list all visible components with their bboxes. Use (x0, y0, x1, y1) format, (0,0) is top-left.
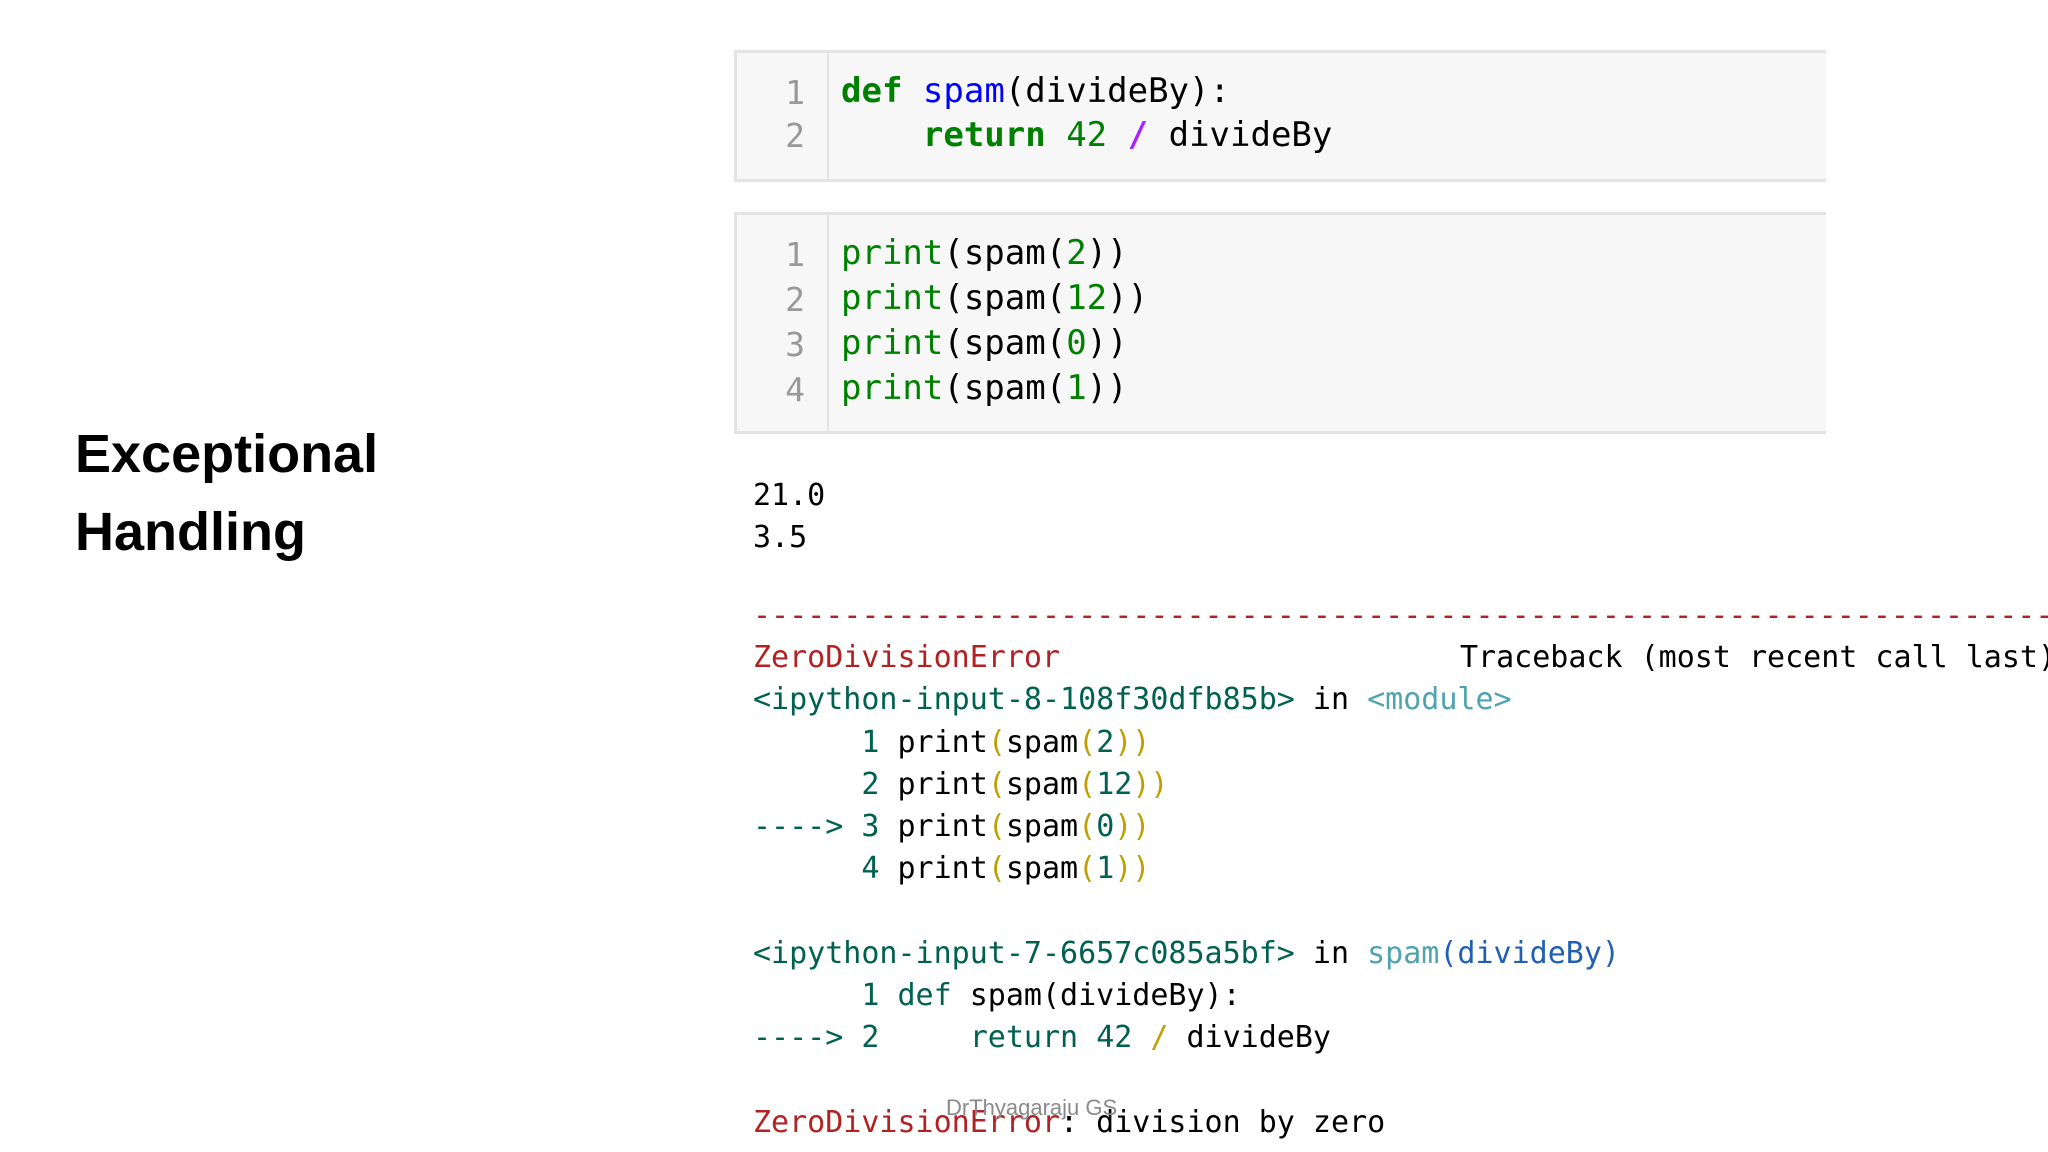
line-number: 4 (785, 370, 805, 409)
code-call: print (897, 809, 988, 844)
code-call: print (897, 851, 988, 886)
traceback-header-right: Traceback (most recent call last) (1460, 640, 2048, 675)
keyword-return: return (922, 115, 1046, 155)
traceback-code-line: 2 print(spam(12)) (861, 767, 1169, 802)
builtin-print: print (841, 278, 944, 318)
code-text: (divideBy): (1004, 71, 1230, 111)
slide-title-line-1: Exceptional (75, 424, 379, 484)
code-text: divideBy (1186, 1020, 1332, 1055)
output-value: 3.5 (753, 520, 808, 555)
traceback-line-number: 2 (861, 1020, 880, 1055)
traceback-frame-header: <ipython-input-7-6657c085a5bf> in spam(d… (753, 936, 1620, 971)
number-literal: 12 (1066, 278, 1108, 318)
line-number-gutter: 1 2 (737, 53, 829, 179)
frame-context-function: spam (1367, 936, 1440, 971)
slide-title: Exceptional Handling (75, 415, 378, 571)
traceback-code-line: 1 def spam(divideBy): (753, 978, 1241, 1013)
code-text: )) (1107, 278, 1149, 318)
code-line: print(spam(0)) (841, 323, 1128, 363)
number-literal: 0 (1066, 323, 1087, 363)
number-literal: 1 (1066, 368, 1087, 408)
number-literal: 1 (1096, 851, 1115, 886)
operator: / (1127, 115, 1149, 155)
number-literal: 42 (1096, 1020, 1133, 1055)
operator: / (1150, 1020, 1169, 1055)
keyword-def: def (897, 978, 952, 1013)
traceback-code-line: 1 print(spam(2)) (861, 725, 1151, 760)
code-text: )) (1086, 323, 1128, 363)
builtin-print: print (841, 368, 944, 408)
code-cell-define-spam[interactable]: 1 2 def spam(divideBy): return 42 / divi… (734, 50, 1826, 182)
frame-source: <ipython-input-7-6657c085a5bf> (753, 936, 1295, 971)
code-text: (spam( (943, 368, 1067, 408)
output-value: 21.0 (753, 478, 826, 513)
builtin-print: print (841, 233, 944, 273)
frame-source: <ipython-input-8-108f30dfb85b> (753, 682, 1295, 717)
line-number-gutter: 1 2 3 4 (737, 215, 829, 431)
code-text: (spam( (943, 233, 1067, 273)
code-text: )) (1086, 233, 1128, 273)
traceback-code-line: 4 print(spam(1)) (861, 851, 1151, 886)
traceback-code-line-active: ----> 2 return 42 / divideBy (753, 1020, 1331, 1055)
keyword-def: def (841, 71, 903, 111)
line-number: 3 (785, 325, 805, 364)
code-text: )) (1086, 368, 1128, 408)
builtin-print: print (841, 323, 944, 363)
number-literal: 12 (1096, 767, 1133, 802)
traceback-line-number: 2 (861, 767, 880, 802)
frame-context: <module> (1367, 682, 1512, 717)
number-literal: 2 (1096, 725, 1115, 760)
traceback-code-line-active: ----> 3 print(spam(0)) (753, 809, 1151, 844)
code-cell-print-calls[interactable]: 1 2 3 4 print(spam(2)) print(spam(12)) p… (734, 212, 1826, 434)
author-watermark: DrThyagaraju GS (946, 1095, 1118, 1120)
line-marker-arrow: ----> (753, 1020, 844, 1055)
slide-title-line-2: Handling (75, 502, 306, 562)
code-line: def spam(divideBy): (841, 71, 1230, 111)
code-text: divideBy (1168, 115, 1333, 155)
traceback-line-number: 4 (861, 851, 880, 886)
line-number: 2 (785, 280, 805, 319)
traceback-line-number: 3 (861, 809, 880, 844)
number-literal: 0 (1096, 809, 1115, 844)
line-marker-arrow: ----> (753, 809, 844, 844)
code-line: print(spam(1)) (841, 368, 1128, 408)
keyword-return: return (969, 1020, 1079, 1055)
code-text: spam(divideBy): (969, 978, 1241, 1013)
code-line: print(spam(12)) (841, 278, 1148, 318)
frame-in: in (1312, 682, 1350, 717)
traceback-frame-header: <ipython-input-8-108f30dfb85b> in <modul… (753, 682, 1512, 717)
number-literal: 2 (1066, 233, 1087, 273)
code-line: return 42 / divideBy (841, 115, 1332, 155)
line-number: 1 (785, 235, 805, 274)
line-number: 1 (785, 73, 805, 112)
frame-context-args: (divideBy) (1439, 936, 1620, 971)
error-name: ZeroDivisionError (753, 640, 1061, 675)
function-name: spam (922, 71, 1005, 111)
traceback-line-number: 1 (861, 725, 880, 760)
code-line: print(spam(2)) (841, 233, 1128, 273)
number-literal: 42 (1066, 115, 1108, 155)
code-call: print (897, 767, 988, 802)
frame-in: in (1312, 936, 1350, 971)
code-text: (spam( (943, 278, 1067, 318)
traceback-header: ZeroDivisionError (753, 640, 1060, 675)
line-number: 2 (785, 116, 805, 155)
traceback-line-number: 1 (861, 978, 880, 1013)
code-call: print (897, 725, 988, 760)
traceback-separator: ----------------------------------------… (753, 598, 2048, 633)
code-text: (spam( (943, 323, 1067, 363)
